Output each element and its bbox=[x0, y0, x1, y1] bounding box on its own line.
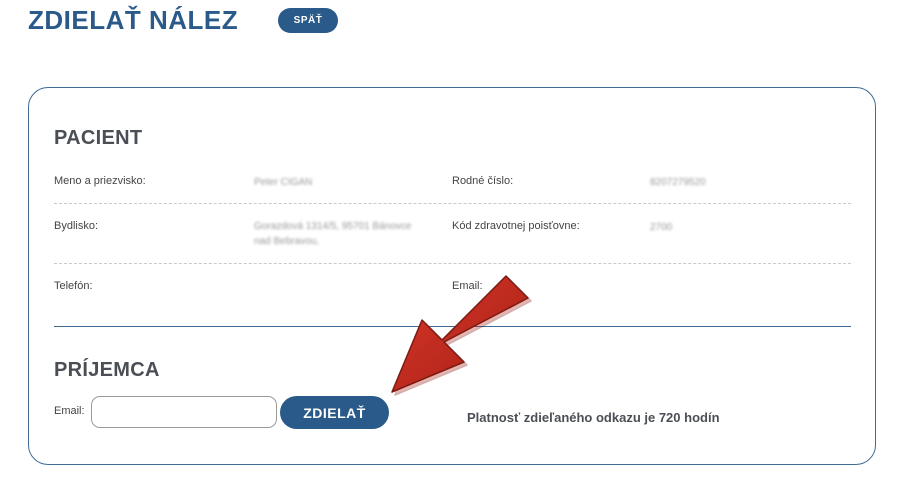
share-button[interactable]: ZDIELAŤ bbox=[280, 396, 389, 429]
name-label: Meno a priezvisko: bbox=[54, 175, 146, 187]
patient-heading: PACIENT bbox=[54, 127, 143, 149]
address-value-line1: Gorazdová 1314/5, 95701 Bánovce bbox=[254, 221, 412, 232]
address-label: Bydlisko: bbox=[54, 220, 99, 232]
red-arrow-annotation-icon bbox=[391, 275, 532, 396]
link-validity-note: Platnosť zdieľaného odkazu je 720 hodín bbox=[467, 410, 720, 425]
birth-number-value: 8207279520 bbox=[650, 177, 706, 188]
birth-number-label: Rodné číslo: bbox=[452, 175, 514, 187]
recipient-email-input[interactable] bbox=[91, 396, 277, 428]
address-value-line2: nad Bebravou, bbox=[254, 236, 320, 247]
recipient-heading: PRÍJEMCA bbox=[54, 359, 160, 381]
row-separator bbox=[54, 203, 851, 204]
row-separator bbox=[54, 263, 851, 264]
insurance-label: Kód zdravotnej poisťovne: bbox=[452, 220, 580, 232]
address-value: Gorazdová 1314/5, 95701 Bánovce nad Bebr… bbox=[254, 219, 411, 249]
back-button[interactable]: SPÄŤ bbox=[278, 8, 338, 33]
recipient-email-label: Email: bbox=[54, 405, 85, 417]
phone-label: Telefón: bbox=[54, 280, 93, 292]
insurance-value: 2700 bbox=[650, 222, 673, 233]
name-value: Peter CIGAN bbox=[254, 177, 313, 188]
page-title: ZDIELAŤ NÁLEZ bbox=[28, 5, 239, 35]
